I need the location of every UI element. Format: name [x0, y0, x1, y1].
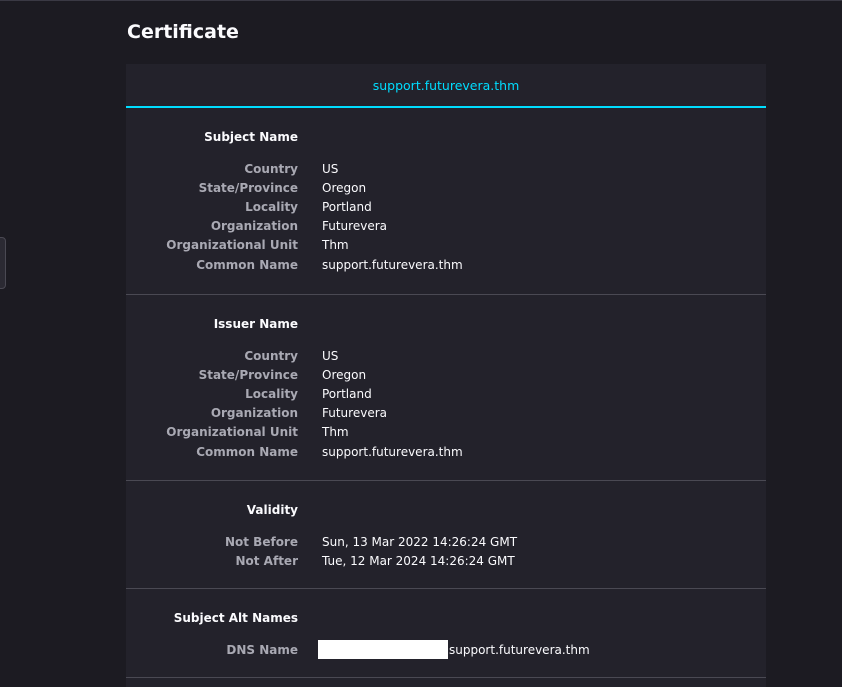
field-label: Not Before	[224, 534, 298, 549]
field-label: Organizational Unit	[166, 425, 298, 440]
field-label: Common Name	[196, 257, 298, 272]
validity-row-not-after: Not After Tue, 12 Mar 2024 14:26:24 GMT	[126, 551, 766, 570]
field-value: Tue, 12 Mar 2024 14:26:24 GMT	[322, 553, 515, 568]
field-label: Locality	[245, 199, 298, 214]
field-value: Sun, 13 Mar 2022 14:26:24 GMT	[322, 534, 518, 549]
field-value: Portland	[322, 386, 372, 401]
subject-row-state: State/Province Oregon	[126, 178, 766, 197]
field-value: Thm	[322, 425, 349, 440]
field-label: Organization	[210, 406, 298, 421]
field-label: Common Name	[196, 444, 298, 459]
issuer-row-state: State/Province Oregon	[126, 365, 766, 384]
subject-row-org-unit: Organizational Unit Thm	[126, 236, 766, 255]
issuer-row-organization: Organization Futurevera	[126, 404, 766, 423]
field-value: US	[322, 161, 339, 176]
field-value-container: support.futurevera.thm	[318, 640, 590, 660]
field-value: Thm	[322, 238, 349, 253]
field-label: Country	[244, 161, 298, 176]
sidebar-toggle-handle[interactable]	[0, 237, 6, 289]
page-title: Certificate	[127, 21, 239, 43]
subject-row-locality: Locality Portland	[126, 197, 766, 216]
issuer-name-heading: Issuer Name	[213, 317, 298, 331]
field-label: Locality	[245, 386, 298, 401]
validity-heading: Validity	[246, 503, 298, 517]
field-label: Country	[244, 348, 298, 363]
field-label: State/Province	[198, 367, 298, 382]
subject-alt-names-section: Subject Alt Names DNS Name support.futur…	[126, 589, 766, 678]
subject-alt-names-heading: Subject Alt Names	[173, 611, 298, 625]
subject-row-organization: Organization Futurevera	[126, 217, 766, 236]
field-label: Organization	[210, 219, 298, 234]
validity-row-not-before: Not Before Sun, 13 Mar 2022 14:26:24 GMT	[126, 532, 766, 551]
field-label: Not After	[235, 553, 298, 568]
field-value: support.futurevera.thm	[322, 444, 463, 459]
subject-name-section: Subject Name Country US State/Province O…	[126, 108, 766, 295]
field-value: support.futurevera.thm	[449, 642, 590, 657]
redaction-box	[318, 640, 448, 660]
subject-row-country: Country US	[126, 159, 766, 178]
issuer-row-locality: Locality Portland	[126, 384, 766, 403]
tab-certificate[interactable]: support.futurevera.thm	[126, 64, 766, 108]
issuer-row-org-unit: Organizational Unit Thm	[126, 423, 766, 442]
field-value: Portland	[322, 199, 372, 214]
field-label: Organizational Unit	[166, 238, 298, 253]
field-value: Oregon	[322, 180, 367, 195]
subject-row-common-name: Common Name support.futurevera.thm	[126, 255, 766, 274]
tab-certificate-label: support.futurevera.thm	[372, 78, 520, 93]
validity-section: Validity Not Before Sun, 13 Mar 2022 14:…	[126, 481, 766, 589]
issuer-name-section: Issuer Name Country US State/Province Or…	[126, 295, 766, 481]
field-value: support.futurevera.thm	[322, 257, 463, 272]
field-value: Futurevera	[322, 219, 387, 234]
alt-row-dns-name: DNS Name support.futurevera.thm	[126, 640, 766, 660]
field-value: Oregon	[322, 367, 367, 382]
field-value: Futurevera	[322, 406, 387, 421]
subject-name-heading: Subject Name	[204, 130, 298, 144]
issuer-row-common-name: Common Name support.futurevera.thm	[126, 442, 766, 461]
field-label: DNS Name	[226, 642, 298, 657]
field-label: State/Province	[198, 180, 298, 195]
field-value: US	[322, 348, 339, 363]
certificate-card: support.futurevera.thm Subject Name Coun…	[126, 64, 766, 687]
issuer-row-country: Country US	[126, 346, 766, 365]
certificate-viewer-page: Certificate support.futurevera.thm Subje…	[0, 0, 842, 687]
